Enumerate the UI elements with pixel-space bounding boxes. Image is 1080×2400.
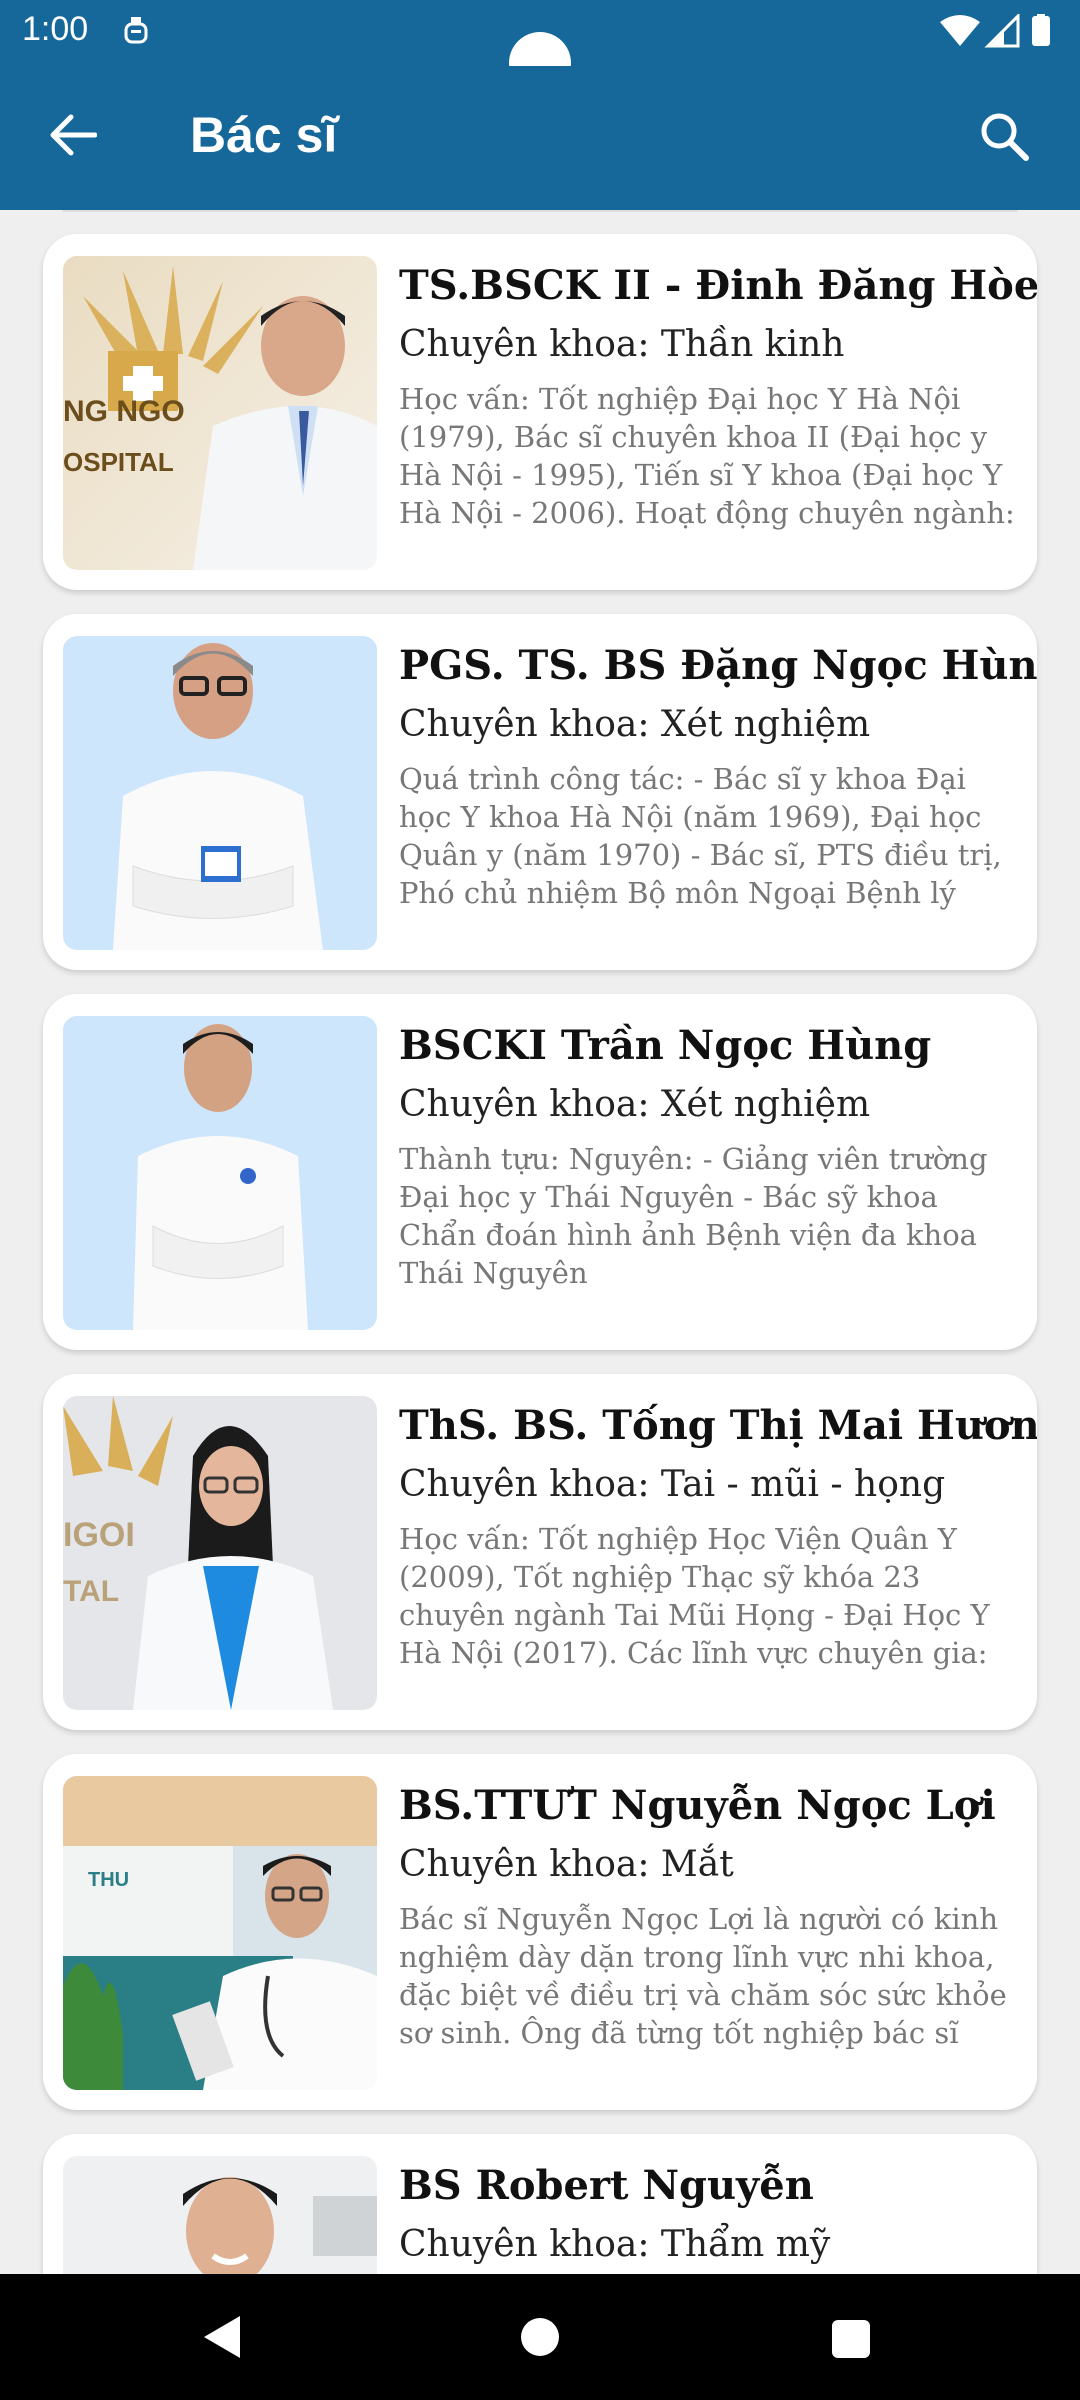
search-button[interactable] bbox=[972, 104, 1036, 168]
doctor-card[interactable]: NG NGO OSPITAL TS.BSCK II - Đinh Đăng Hò… bbox=[43, 234, 1037, 590]
previous-card-edge bbox=[62, 210, 1018, 212]
back-button[interactable] bbox=[44, 106, 102, 164]
system-navigation-bar bbox=[0, 2274, 1080, 2400]
doctor-photo bbox=[63, 636, 377, 950]
doctor-description: Bác sĩ Nguyễn Ngọc Lợi là người có kinh … bbox=[399, 1902, 1007, 2050]
doctor-info: BSCKI Trần Ngọc Hùng Chuyên khoa: Xét ng… bbox=[399, 1018, 1021, 1292]
nav-home-icon[interactable] bbox=[521, 2318, 559, 2356]
doctor-photo: NG NGO OSPITAL bbox=[63, 256, 377, 570]
app-bar: Bác sĩ bbox=[0, 66, 1080, 210]
doctor-description: Học vấn: Tốt nghiệp Đại học Y Hà Nội (19… bbox=[399, 382, 1015, 530]
doctor-photo bbox=[63, 2156, 377, 2274]
battery-icon bbox=[1032, 16, 1050, 46]
photo-logo-text: NG NGO bbox=[63, 395, 185, 428]
doctor-info: BS.TTƯT Nguyễn Ngọc Lợi Chuyên khoa: Mắt… bbox=[399, 1778, 1021, 2052]
doctor-specialty: Chuyên khoa: Mắt bbox=[399, 1844, 734, 1885]
doctor-info: ThS. BS. Tống Thị Mai Hương Chuyên khoa:… bbox=[399, 1398, 1037, 1672]
doctor-name: ThS. BS. Tống Thị Mai Hương bbox=[399, 1402, 1037, 1449]
notification-icon bbox=[124, 17, 148, 44]
nav-recents-icon[interactable] bbox=[832, 2320, 870, 2358]
doctor-specialty: Chuyên khoa: Thẩm mỹ bbox=[399, 2224, 831, 2265]
doctor-card[interactable]: PGS. TS. BS Đặng Ngọc Hùng Chuyên khoa: … bbox=[43, 614, 1037, 970]
doctor-description: Quá trình công tác: - Bác sĩ y khoa Đại … bbox=[399, 762, 1002, 910]
doctor-card[interactable]: BS Robert Nguyễn Chuyên khoa: Thẩm mỹ bbox=[43, 2134, 1037, 2274]
svg-text:OSPITAL: OSPITAL bbox=[63, 447, 174, 477]
doctor-description: Học vấn: Tốt nghiệp Học Viện Quân Y (200… bbox=[399, 1522, 990, 1670]
doctor-list[interactable]: NG NGO OSPITAL TS.BSCK II - Đinh Đăng Hò… bbox=[0, 210, 1080, 2274]
status-icons bbox=[940, 14, 1050, 48]
page-title: Bác sĩ bbox=[190, 107, 338, 163]
doctor-name: PGS. TS. BS Đặng Ngọc Hùng bbox=[399, 642, 1037, 689]
doctor-specialty: Chuyên khoa: Xét nghiệm bbox=[399, 1084, 871, 1125]
nav-back-icon[interactable] bbox=[200, 2314, 244, 2360]
arrow-left-icon bbox=[50, 114, 97, 156]
doctor-photo: IGOI TAL bbox=[63, 1396, 377, 1710]
doctor-specialty: Chuyên khoa: Xét nghiệm bbox=[399, 704, 871, 745]
doctor-info: BS Robert Nguyễn Chuyên khoa: Thẩm mỹ bbox=[399, 2158, 1021, 2274]
doctor-card[interactable]: IGOI TAL ThS. BS. Tống Thị Mai Hương Chu… bbox=[43, 1374, 1037, 1730]
doctor-name: BS.TTƯT Nguyễn Ngọc Lợi bbox=[399, 1782, 996, 1829]
doctor-specialty: Chuyên khoa: Thần kinh bbox=[399, 324, 845, 365]
doctor-description: Thành tựu: Nguyên: - Giảng viên trường Đ… bbox=[399, 1142, 988, 1290]
doctor-info: PGS. TS. BS Đặng Ngọc Hùng Chuyên khoa: … bbox=[399, 638, 1037, 912]
doctor-name: BSCKI Trần Ngọc Hùng bbox=[399, 1022, 932, 1069]
doctor-photo: THU bbox=[63, 1776, 377, 2090]
photo-logo-text: THU bbox=[88, 1869, 129, 1891]
wifi-icon bbox=[940, 15, 980, 46]
svg-text:TAL: TAL bbox=[63, 1575, 119, 1608]
doctor-name: BS Robert Nguyễn bbox=[399, 2162, 814, 2209]
doctor-specialty: Chuyên khoa: Tai - mũi - họng bbox=[399, 1464, 946, 1505]
doctor-card[interactable]: BSCKI Trần Ngọc Hùng Chuyên khoa: Xét ng… bbox=[43, 994, 1037, 1350]
search-icon bbox=[981, 113, 1029, 161]
doctor-info: TS.BSCK II - Đinh Đăng Hòe Chuyên khoa: … bbox=[399, 258, 1037, 532]
doctor-name: TS.BSCK II - Đinh Đăng Hòe bbox=[399, 262, 1037, 309]
status-time: 1:00 bbox=[22, 10, 89, 48]
photo-logo-text: IGOI bbox=[63, 1516, 135, 1554]
doctor-photo bbox=[63, 1016, 377, 1330]
doctor-card[interactable]: THU BS.TTƯT Nguyễn Ngọc Lợi Chuyên khoa:… bbox=[43, 1754, 1037, 2110]
